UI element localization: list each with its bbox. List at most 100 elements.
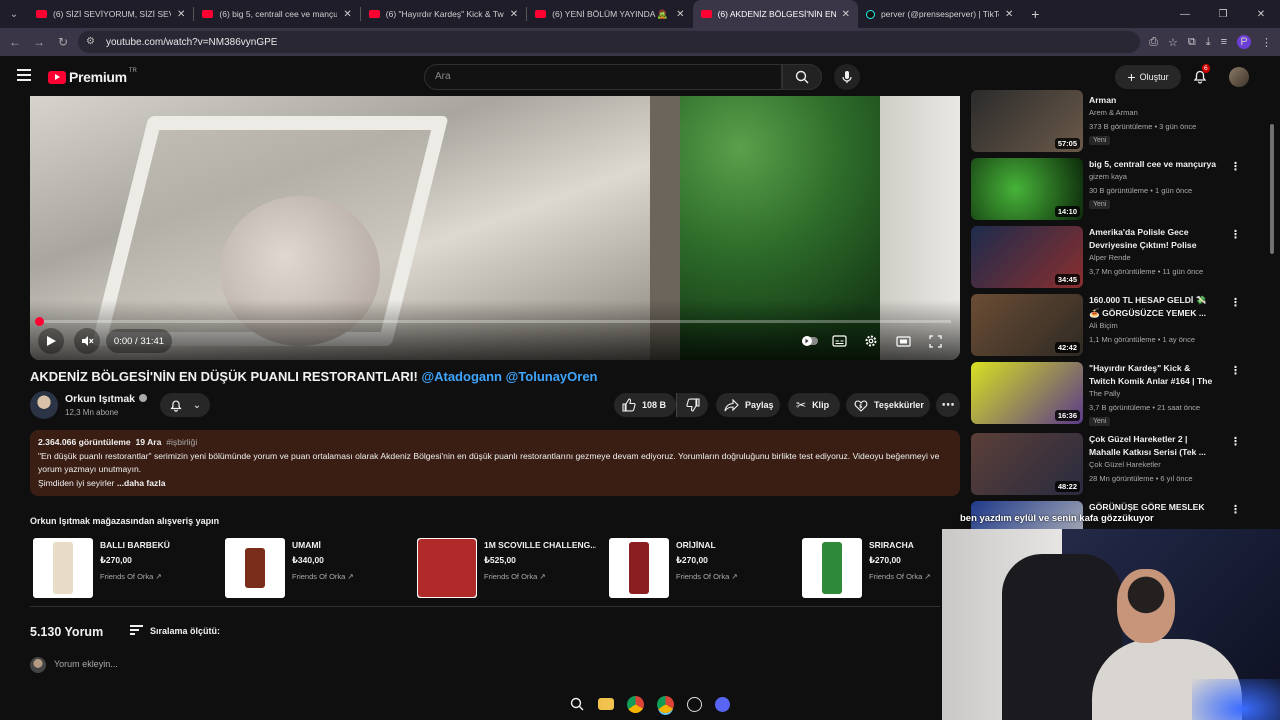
- video-thumbnail[interactable]: 57:05: [971, 90, 1083, 152]
- recommended-video[interactable]: 16:36 "Hayırdır Kardeş" Kick & Twitch Kom…: [971, 362, 1241, 428]
- hashtag-link[interactable]: #işbirliği: [166, 437, 197, 447]
- recommended-video-title[interactable]: Çok Güzel Hareketler 2 | Mahalle Katkısı…: [1089, 433, 1219, 458]
- browser-tab[interactable]: (6) "Hayırdır Kardeş" Kick & Tw ✕: [361, 0, 526, 28]
- browser-tab[interactable]: (6) YENİ BÖLÜM YAYINDA 🧟 ✕: [527, 0, 692, 28]
- recommended-channel-name[interactable]: Çok Güzel Hareketler: [1089, 460, 1161, 469]
- video-player[interactable]: 0:00 / 31:41: [30, 96, 960, 360]
- product-seller[interactable]: Friends Of Orka ↗: [292, 572, 354, 581]
- show-more-link[interactable]: ...daha fazla: [117, 478, 166, 488]
- file-explorer-icon[interactable]: [598, 698, 614, 710]
- back-icon[interactable]: ←: [3, 35, 27, 49]
- video-thumbnail[interactable]: 34:45: [971, 226, 1083, 288]
- search-icon[interactable]: [568, 696, 585, 713]
- like-button[interactable]: 108 B: [614, 393, 676, 417]
- more-actions-button[interactable]: ⋯: [936, 393, 960, 417]
- recommended-video-title[interactable]: 160.000 TL HESAP GELDİ 💸 🍝 GÖRGÜSÜZCE YE…: [1089, 294, 1219, 319]
- dislike-button[interactable]: [676, 393, 708, 417]
- more-options-icon[interactable]: ⋮: [1230, 296, 1241, 309]
- product-seller[interactable]: Friends Of Orka ↗: [676, 572, 738, 581]
- store-product-card[interactable]: UMAMİ ₺340,00 Friends Of Orka ↗: [222, 538, 402, 600]
- video-thumbnail[interactable]: 42:42: [971, 294, 1083, 356]
- store-product-card[interactable]: ORİJİNAL ₺270,00 Friends Of Orka ↗: [606, 538, 786, 600]
- chrome-icon[interactable]: [627, 695, 644, 713]
- product-seller[interactable]: Friends Of Orka ↗: [100, 572, 162, 581]
- recommended-video-title[interactable]: GÖRÜNÜŞE GÖRE MESLEK: [1089, 501, 1219, 514]
- close-tab-icon[interactable]: ✕: [343, 9, 351, 20]
- close-tab-icon[interactable]: ✕: [1005, 9, 1013, 20]
- product-seller[interactable]: Friends Of Orka ↗: [869, 572, 931, 581]
- sort-comments-button[interactable]: Sıralama ölçütü:: [130, 625, 220, 637]
- channel-name[interactable]: Orkun Işıtmak: [65, 393, 148, 405]
- forward-icon[interactable]: →: [27, 35, 51, 49]
- voice-search-button[interactable]: [834, 64, 860, 90]
- youtube-logo[interactable]: Premium TR: [48, 68, 137, 85]
- product-image[interactable]: [802, 538, 862, 598]
- browser-tab[interactable]: (6) SİZİ SEVİYORUM, SİZİ SEVİY ✕: [28, 0, 193, 28]
- recommended-channel-name[interactable]: gizem kaya: [1089, 172, 1127, 181]
- recommended-video-title[interactable]: Arman: [1089, 94, 1219, 107]
- sidebar-scrollbar[interactable]: [1270, 124, 1274, 254]
- close-window-icon[interactable]: ✕: [1242, 9, 1280, 20]
- downloads-icon[interactable]: ⤓: [1206, 36, 1211, 49]
- clip-button[interactable]: ✂ Klip: [788, 393, 840, 417]
- video-thumbnail[interactable]: 16:36: [971, 362, 1083, 424]
- recommended-video-title[interactable]: Amerika'da Polisle Gece Devriyesine Çıkt…: [1089, 226, 1219, 252]
- bookmark-star-icon[interactable]: ☆: [1168, 36, 1178, 49]
- progress-bar[interactable]: [35, 317, 951, 326]
- recommended-channel-name[interactable]: Alper Rende: [1089, 253, 1131, 262]
- url-field[interactable]: ⚙ youtube.com/watch?v=NM386vynGPE: [78, 31, 1140, 53]
- play-button[interactable]: [38, 328, 64, 354]
- obs-icon[interactable]: [687, 696, 702, 712]
- close-tab-icon[interactable]: ✕: [510, 9, 518, 20]
- windows-start-icon[interactable]: [540, 697, 555, 712]
- close-tab-icon[interactable]: ✕: [842, 9, 850, 20]
- scrubber-handle[interactable]: [35, 317, 44, 326]
- search-input[interactable]: Ara: [424, 64, 782, 90]
- more-options-icon[interactable]: ⋮: [1230, 435, 1241, 448]
- search-button[interactable]: [782, 64, 822, 90]
- browser-menu-icon[interactable]: ⋮: [1261, 36, 1272, 49]
- comment-input[interactable]: Yorum ekleyin...: [54, 659, 118, 669]
- browser-tab[interactable]: perver (@prensesperver) | TikTo ✕: [858, 0, 1021, 28]
- product-seller[interactable]: Friends Of Orka ↗: [484, 572, 546, 581]
- channel-avatar[interactable]: [30, 391, 58, 419]
- recommended-channel-name[interactable]: Arem & Arman: [1089, 108, 1138, 117]
- recommended-video[interactable]: 34:45 Amerika'da Polisle Gece Devriyesine…: [971, 226, 1241, 292]
- reload-icon[interactable]: ↻: [51, 35, 75, 49]
- recommended-video[interactable]: 48:22 Çok Güzel Hareketler 2 | Mahalle Ka…: [971, 433, 1241, 499]
- browser-tab-active[interactable]: (6) AKDENİZ BÖLGESİ'NİN EN D ✕: [692, 0, 858, 28]
- store-product-card[interactable]: 1M SCOVILLE CHALLENG... ₺525,00 Friends Of…: [414, 538, 596, 600]
- browser-tab[interactable]: (6) big 5, centrall cee ve mançu ✕: [194, 0, 359, 28]
- title-mentions-link[interactable]: @Atadogann @TolunayOren: [421, 369, 597, 384]
- new-tab-button[interactable]: +: [1021, 6, 1049, 22]
- minimize-icon[interactable]: —: [1166, 9, 1204, 20]
- product-image[interactable]: [417, 538, 477, 598]
- account-avatar[interactable]: [1229, 67, 1249, 87]
- media-control-icon[interactable]: ≡: [1221, 36, 1227, 48]
- autoplay-toggle[interactable]: [798, 330, 822, 352]
- create-button[interactable]: + Oluştur: [1115, 65, 1181, 89]
- recommended-video-title[interactable]: "Hayırdır Kardeş" Kick & Twitch Komik An…: [1089, 362, 1219, 388]
- theater-mode-button[interactable]: [892, 330, 914, 352]
- recommended-video[interactable]: 42:42 160.000 TL HESAP GELDİ 💸 🍝 GÖRGÜSÜZ…: [971, 294, 1241, 360]
- store-product-card[interactable]: BALLI BARBEKÜ ₺270,00 Friends Of Orka ↗: [30, 538, 210, 600]
- tab-search-icon[interactable]: ⌄: [0, 0, 28, 28]
- recommended-video-title[interactable]: big 5, centrall cee ve mançurya: [1089, 158, 1219, 171]
- product-image[interactable]: [225, 538, 285, 598]
- thanks-button[interactable]: $ Teşekkürler: [846, 393, 930, 417]
- install-app-icon[interactable]: ⎙: [1149, 36, 1158, 49]
- restore-icon[interactable]: ❐: [1204, 9, 1242, 20]
- description-box[interactable]: 2.364.066 görüntüleme 19 Ara #işbirliği …: [30, 430, 960, 496]
- more-options-icon[interactable]: ⋮: [1230, 503, 1241, 516]
- subtitles-button[interactable]: [828, 330, 850, 352]
- recommended-channel-name[interactable]: The Pally: [1089, 389, 1120, 398]
- notifications-button[interactable]: 6: [1192, 64, 1210, 84]
- video-thumbnail[interactable]: 14:10: [971, 158, 1083, 220]
- fullscreen-button[interactable]: [924, 330, 946, 352]
- more-options-icon[interactable]: ⋮: [1230, 228, 1241, 241]
- product-image[interactable]: [33, 538, 93, 598]
- recommended-video[interactable]: 14:10 big 5, centrall cee ve mançurya gize…: [971, 158, 1241, 224]
- product-image[interactable]: [609, 538, 669, 598]
- mute-button[interactable]: [74, 328, 100, 354]
- settings-button[interactable]: [860, 330, 882, 352]
